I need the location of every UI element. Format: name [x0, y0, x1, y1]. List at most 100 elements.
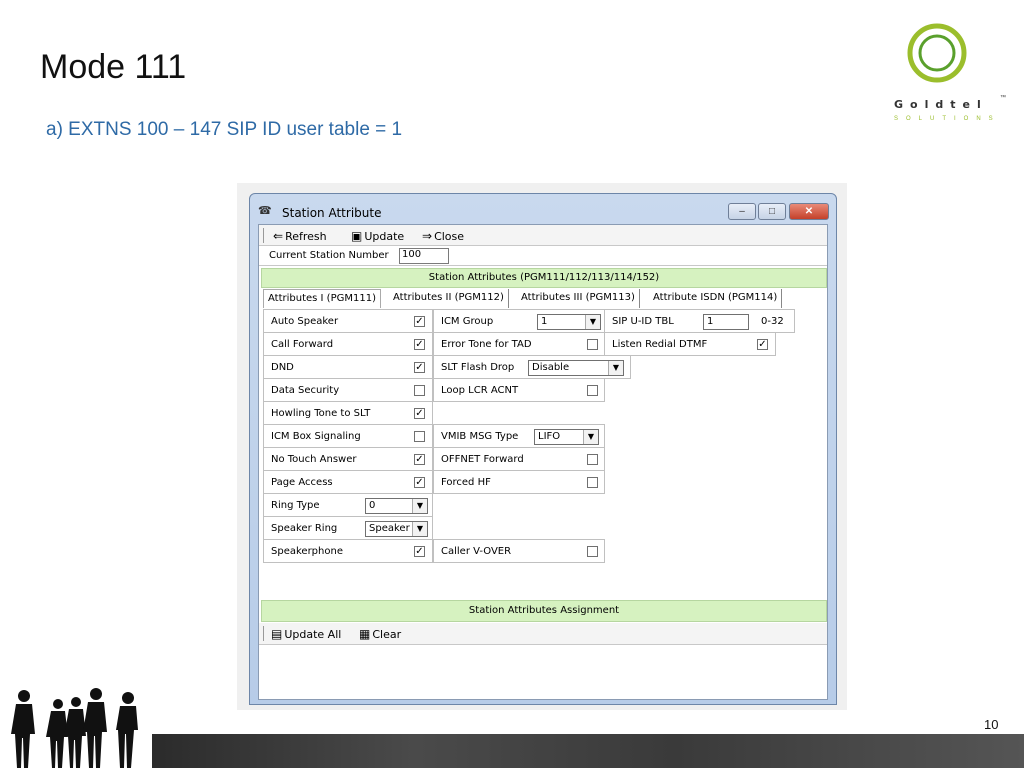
- error-tone-checkbox[interactable]: [587, 339, 598, 350]
- slt-flash-drop-label: SLT Flash Drop: [441, 362, 515, 373]
- error-tone-label: Error Tone for TAD: [441, 339, 532, 350]
- sip-uid-input[interactable]: 1: [703, 314, 749, 330]
- exit-icon: ⇒: [422, 229, 433, 243]
- dnd-row: DND ✓: [263, 355, 433, 379]
- close-window-button[interactable]: ✕: [789, 203, 829, 220]
- tab-strip: Attributes I (PGM111) Attributes II (PGM…: [261, 289, 827, 308]
- call-forward-label: Call Forward: [271, 339, 334, 350]
- dropdown-arrow-icon: ▼: [412, 522, 427, 536]
- listen-redial-row: Listen Redial DTMF ✓: [604, 332, 776, 356]
- data-security-checkbox[interactable]: [414, 385, 425, 396]
- toolbar-separator: [263, 626, 264, 641]
- howling-tone-label: Howling Tone to SLT: [271, 408, 371, 419]
- tab-attributes-3[interactable]: Attributes III (PGM113): [517, 289, 640, 308]
- dnd-checkbox[interactable]: ✓: [414, 362, 425, 373]
- current-station-label: Current Station Number: [269, 250, 389, 261]
- icm-group-label: ICM Group: [441, 316, 494, 327]
- toolbar: ⇐ Refresh ▣ Update ⇒ Close: [259, 225, 827, 246]
- auto-speaker-checkbox[interactable]: ✓: [414, 316, 425, 327]
- vmib-msg-type-select[interactable]: LIFO ▼: [534, 429, 599, 445]
- call-forward-checkbox[interactable]: ✓: [414, 339, 425, 350]
- update-button[interactable]: ▣ Update: [351, 229, 404, 243]
- window-title: Station Attribute: [282, 206, 382, 220]
- slt-flash-drop-row: SLT Flash Drop Disable ▼: [433, 355, 631, 379]
- ring-type-select[interactable]: 0 ▼: [365, 498, 428, 514]
- caller-v-over-checkbox[interactable]: [587, 546, 598, 557]
- loop-lcr-row: Loop LCR ACNT: [433, 378, 605, 402]
- page-access-checkbox[interactable]: ✓: [414, 477, 425, 488]
- icm-group-value: 1: [541, 316, 548, 327]
- page-access-label: Page Access: [271, 477, 333, 488]
- slt-flash-drop-select[interactable]: Disable ▼: [528, 360, 624, 376]
- update-all-icon: ▤: [271, 627, 283, 641]
- ring-type-value: 0: [369, 500, 376, 511]
- no-touch-answer-row: No Touch Answer ✓: [263, 447, 433, 471]
- close-button[interactable]: ⇒ Close: [422, 229, 464, 243]
- call-forward-row: Call Forward ✓: [263, 332, 433, 356]
- tab-attributes-2[interactable]: Attributes II (PGM112): [389, 289, 509, 308]
- icm-box-signaling-checkbox[interactable]: [414, 431, 425, 442]
- maximize-button[interactable]: □: [758, 203, 786, 220]
- slt-flash-drop-value: Disable: [532, 362, 570, 373]
- update-label: Update: [364, 230, 405, 243]
- speaker-ring-value: Speaker: [369, 523, 410, 534]
- speaker-ring-row: Speaker Ring Speaker ▼: [263, 516, 433, 540]
- speakerphone-row: Speakerphone ✓: [263, 539, 433, 563]
- icm-group-select[interactable]: 1 ▼: [537, 314, 601, 330]
- error-tone-row: Error Tone for TAD: [433, 332, 605, 356]
- tab-attributes-1[interactable]: Attributes I (PGM111): [263, 289, 381, 308]
- no-touch-answer-label: No Touch Answer: [271, 454, 357, 465]
- tab-attribute-isdn[interactable]: Attribute ISDN (PGM114): [649, 289, 783, 308]
- ring-type-row: Ring Type 0 ▼: [263, 493, 433, 517]
- page-access-row: Page Access ✓: [263, 470, 433, 494]
- slide-subtitle: a) EXTNS 100 – 147 SIP ID user table = 1: [46, 119, 403, 140]
- close-label: Close: [434, 230, 465, 243]
- current-station-input[interactable]: 100: [399, 248, 449, 264]
- sip-uid-range: 0-32: [761, 316, 784, 327]
- caller-v-over-row: Caller V-OVER: [433, 539, 605, 563]
- sip-uid-row: SIP U-ID TBL 1 0-32: [604, 309, 795, 333]
- page-number: 10: [984, 717, 999, 732]
- people-silhouettes-icon: [11, 688, 138, 768]
- footer-band: [152, 734, 1024, 768]
- data-security-row: Data Security: [263, 378, 433, 402]
- forced-hf-label: Forced HF: [441, 477, 491, 488]
- save-icon: ▣: [351, 229, 363, 243]
- clear-button[interactable]: ▦ Clear: [359, 627, 401, 641]
- logo-wordmark: Goldtel: [894, 98, 988, 111]
- howling-tone-checkbox[interactable]: ✓: [414, 408, 425, 419]
- vmib-msg-type-value: LIFO: [538, 431, 561, 442]
- update-all-label: Update All: [284, 628, 342, 641]
- speaker-ring-label: Speaker Ring: [271, 523, 338, 534]
- vmib-msg-type-row: VMIB MSG Type LIFO ▼: [433, 424, 605, 448]
- speaker-ring-select[interactable]: Speaker ▼: [365, 521, 428, 537]
- dropdown-arrow-icon: ▼: [585, 315, 600, 329]
- attributes-panel: Auto Speaker ✓ Call Forward ✓ DND ✓ Data…: [259, 309, 829, 599]
- refresh-button[interactable]: ⇐ Refresh: [273, 229, 327, 243]
- loop-lcr-label: Loop LCR ACNT: [441, 385, 519, 396]
- forced-hf-checkbox[interactable]: [587, 477, 598, 488]
- logo-trademark: ™: [1000, 95, 1006, 101]
- offnet-forward-row: OFFNET Forward: [433, 447, 605, 471]
- minimize-button[interactable]: –: [728, 203, 756, 220]
- dropdown-arrow-icon: ▼: [583, 430, 598, 444]
- auto-speaker-row: Auto Speaker ✓: [263, 309, 433, 333]
- app-icon: ☎: [258, 205, 272, 217]
- icm-box-signaling-label: ICM Box Signaling: [271, 431, 361, 442]
- caller-v-over-label: Caller V-OVER: [441, 546, 512, 557]
- window-titlebar[interactable]: ☎ Station Attribute – □ ✕: [250, 194, 836, 224]
- logo-subtext: SOLUTIONS: [894, 116, 1001, 122]
- loop-lcr-checkbox[interactable]: [587, 385, 598, 396]
- slide-title: Mode 111: [40, 48, 187, 86]
- refresh-label: Refresh: [285, 230, 327, 243]
- offnet-forward-label: OFFNET Forward: [441, 454, 524, 465]
- offnet-forward-checkbox[interactable]: [587, 454, 598, 465]
- assignment-header: Station Attributes Assignment: [261, 600, 827, 622]
- forced-hf-row: Forced HF: [433, 470, 605, 494]
- speakerphone-checkbox[interactable]: ✓: [414, 546, 425, 557]
- auto-speaker-label: Auto Speaker: [271, 316, 339, 327]
- listen-redial-checkbox[interactable]: ✓: [757, 339, 768, 350]
- listen-redial-label: Listen Redial DTMF: [612, 339, 708, 350]
- no-touch-answer-checkbox[interactable]: ✓: [414, 454, 425, 465]
- update-all-button[interactable]: ▤ Update All: [271, 627, 341, 641]
